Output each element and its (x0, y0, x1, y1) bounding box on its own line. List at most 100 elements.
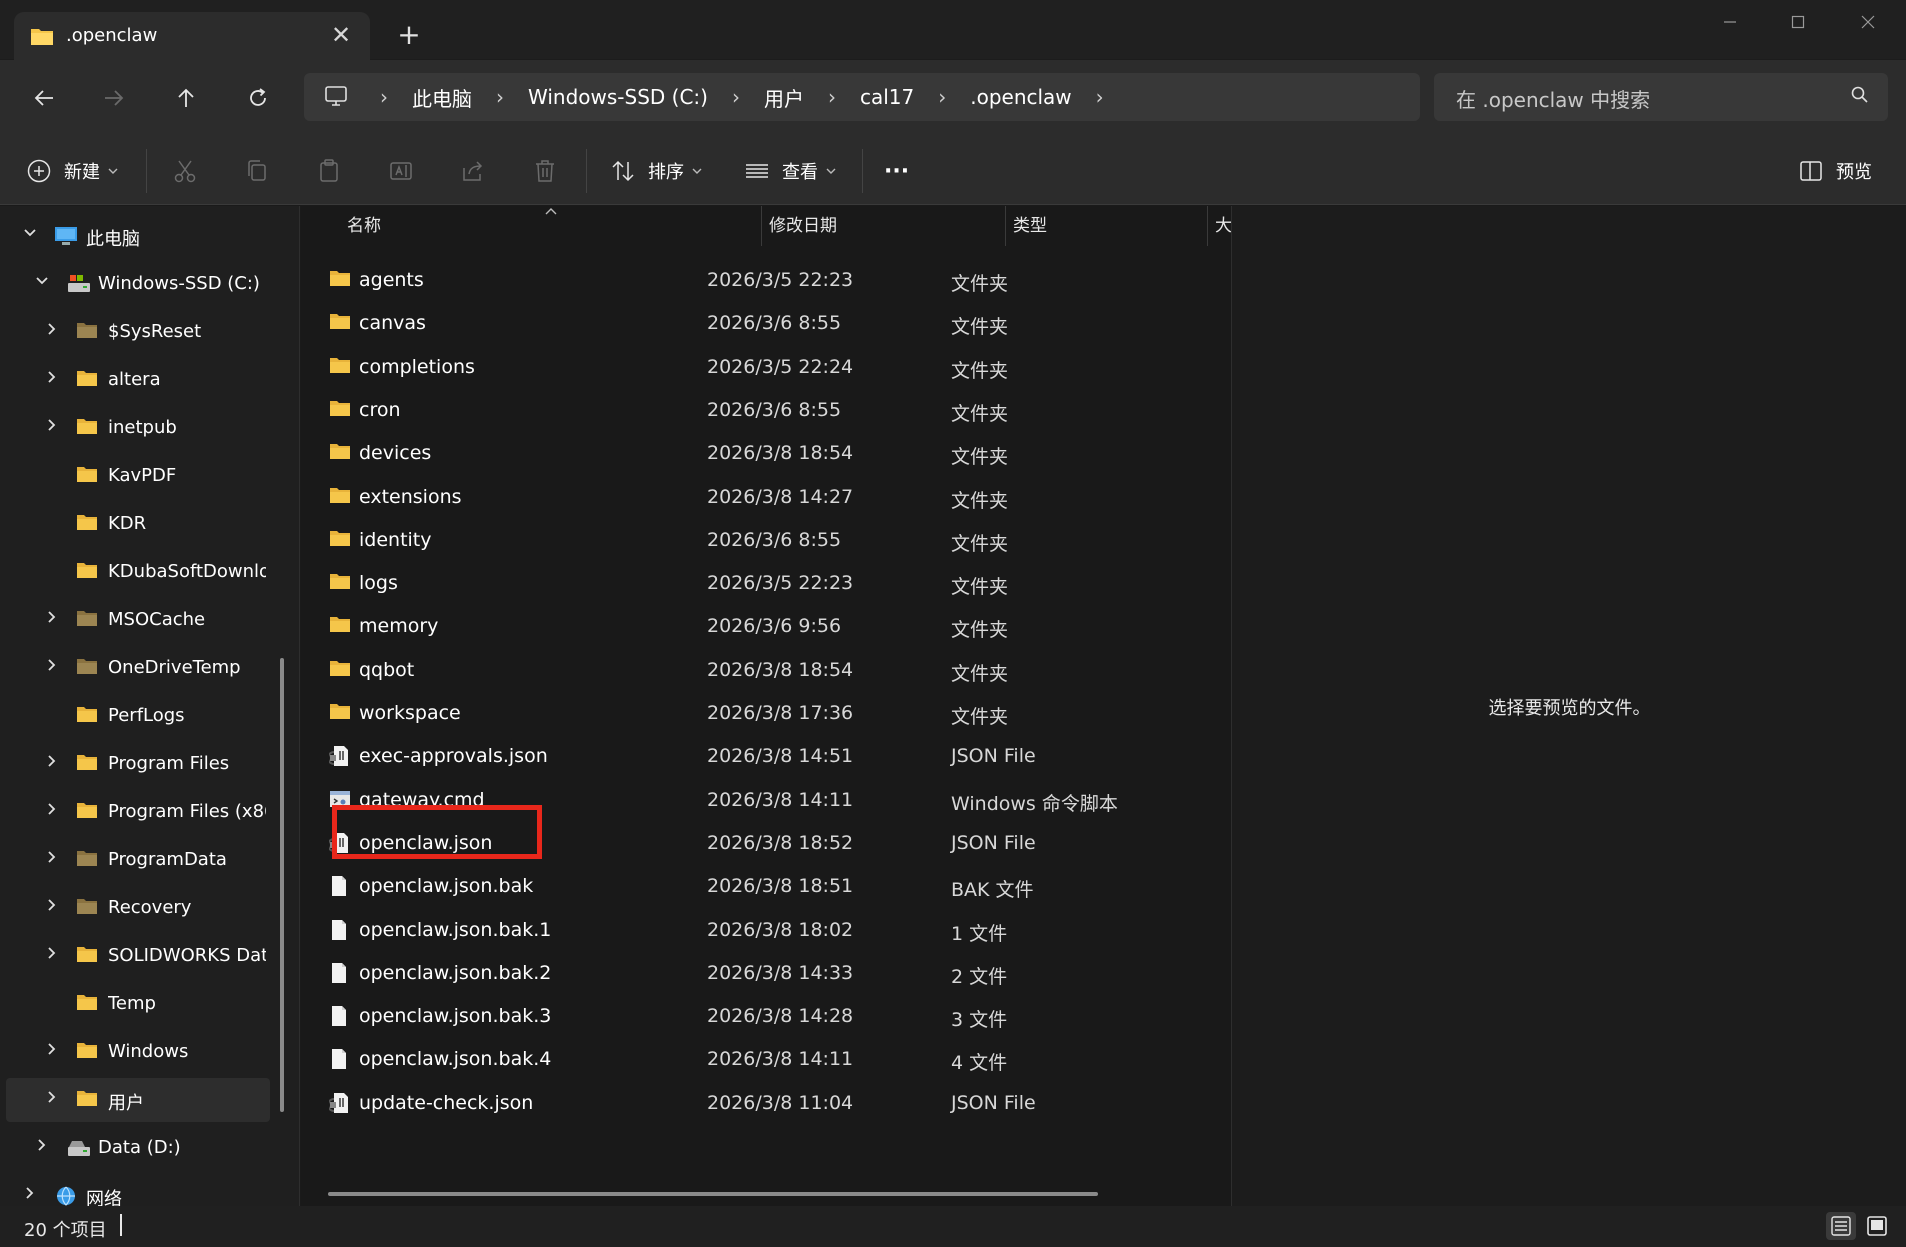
chevron-right-icon[interactable] (42, 417, 62, 439)
chevron-right-icon[interactable] (42, 945, 62, 967)
paste-button[interactable] (316, 155, 342, 187)
refresh-button[interactable] (236, 78, 280, 118)
sidebar-item[interactable]: Windows-SSD (C:) (6, 262, 270, 306)
chevron-right-icon[interactable] (42, 609, 62, 631)
sidebar-item[interactable]: 用户 (6, 1078, 270, 1122)
chevron-right-icon[interactable] (42, 369, 62, 391)
search-input[interactable]: 在 .openclaw 中搜索 (1456, 84, 1650, 113)
up-button[interactable] (164, 78, 208, 118)
forward-button[interactable] (92, 78, 136, 118)
tab-close-icon[interactable]: ✕ (326, 20, 356, 50)
file-row[interactable]: openclaw.json.bak.3 2026/3/8 14:28 3 文件 (321, 995, 1221, 1038)
details-view-button[interactable] (1826, 1212, 1856, 1240)
sidebar-item[interactable]: OneDriveTemp (6, 646, 270, 690)
chevron-right-icon[interactable] (42, 1041, 62, 1063)
chevron-right-icon[interactable] (42, 897, 62, 919)
address-bar[interactable]: › 此电脑 › Windows-SSD (C:) › 用户 › cal17 › .openclaw… (304, 73, 1420, 121)
sort-button[interactable]: 排序 (610, 155, 704, 187)
view-button[interactable]: 查看 (744, 155, 838, 187)
sidebar-item[interactable]: KavPDF (6, 454, 270, 498)
breadcrumb-chevron-icon[interactable]: › (816, 85, 848, 109)
tab-openclaw[interactable]: .openclaw ✕ (14, 12, 370, 60)
search-box[interactable]: 在 .openclaw 中搜索 (1434, 73, 1888, 121)
cut-button[interactable] (172, 155, 198, 187)
more-options-button[interactable]: ··· (884, 155, 909, 187)
column-header-date[interactable]: 修改日期 (769, 206, 999, 246)
file-row[interactable]: gateway.cmd 2026/3/8 14:11 Windows 命令脚本 (321, 779, 1221, 822)
breadcrumb-chevron-icon[interactable]: › (720, 85, 752, 109)
column-divider[interactable] (1005, 206, 1006, 246)
file-row[interactable]: openclaw.json.bak.2 2026/3/8 14:33 2 文件 (321, 952, 1221, 995)
horizontal-scrollbar[interactable] (328, 1192, 1098, 1196)
sidebar-item[interactable]: MSOCache (6, 598, 270, 642)
chevron-right-icon[interactable] (42, 849, 62, 871)
sidebar-item[interactable]: inetpub (6, 406, 270, 450)
file-row[interactable]: completions 2026/3/5 22:24 文件夹 (321, 346, 1221, 389)
breadcrumb-item[interactable]: .openclaw (958, 85, 1083, 109)
sidebar-item[interactable]: Windows (6, 1030, 270, 1074)
breadcrumb-item[interactable]: 用户 (752, 83, 816, 112)
file-row[interactable]: qqbot 2026/3/8 18:54 文件夹 (321, 649, 1221, 692)
close-window-icon[interactable] (1840, 6, 1896, 40)
share-button[interactable] (460, 155, 486, 187)
sidebar-item[interactable]: 此电脑 (6, 214, 270, 258)
chevron-right-icon[interactable] (32, 1137, 52, 1159)
file-row[interactable]: identity 2026/3/6 8:55 文件夹 (321, 519, 1221, 562)
new-tab-button[interactable]: + (392, 18, 426, 52)
sidebar-item[interactable]: $SysReset (6, 310, 270, 354)
maximize-icon[interactable] (1770, 6, 1826, 40)
sidebar-item[interactable]: ProgramData (6, 838, 270, 882)
file-row[interactable]: openclaw.json.bak.1 2026/3/8 18:02 1 文件 (321, 909, 1221, 952)
chevron-down-icon[interactable] (32, 273, 52, 295)
column-header-name[interactable]: 名称 (347, 206, 637, 246)
sidebar-item[interactable]: KDubaSoftDownloa (6, 550, 270, 594)
column-divider[interactable] (761, 206, 762, 246)
breadcrumb-chevron-icon[interactable]: › (1084, 85, 1116, 109)
column-header-size[interactable]: 大 (1215, 206, 1231, 246)
copy-button[interactable] (244, 155, 270, 187)
file-row[interactable]: logs 2026/3/5 22:23 文件夹 (321, 562, 1221, 605)
chevron-right-icon[interactable] (42, 1089, 62, 1111)
back-button[interactable] (22, 78, 66, 118)
chevron-down-icon[interactable] (20, 225, 40, 247)
tiles-view-button[interactable] (1862, 1212, 1892, 1240)
column-header-type[interactable]: 类型 (1013, 206, 1203, 246)
file-row[interactable]: extensions 2026/3/8 14:27 文件夹 (321, 476, 1221, 519)
delete-button[interactable] (532, 155, 558, 187)
file-row[interactable]: memory 2026/3/6 9:56 文件夹 (321, 605, 1221, 648)
sidebar-item[interactable]: KDR (6, 502, 270, 546)
file-row[interactable]: exec-approvals.json 2026/3/8 14:51 JSON Fi… (321, 735, 1221, 778)
sidebar-item[interactable]: SOLIDWORKS Data (6, 934, 270, 978)
new-button[interactable]: 新建 (26, 155, 120, 187)
file-row[interactable]: openclaw.json 2026/3/8 18:52 JSON File (321, 822, 1221, 865)
sidebar-item[interactable]: altera (6, 358, 270, 402)
breadcrumb-item[interactable]: Windows-SSD (C:) (516, 85, 720, 109)
breadcrumb-chevron-icon[interactable]: › (368, 85, 400, 109)
file-row[interactable]: devices 2026/3/8 18:54 文件夹 (321, 432, 1221, 475)
sidebar-item[interactable]: Program Files (x86) (6, 790, 270, 834)
sidebar-item[interactable]: PerfLogs (6, 694, 270, 738)
chevron-right-icon[interactable] (42, 321, 62, 343)
file-row[interactable]: update-check.json 2026/3/8 11:04 JSON File (321, 1082, 1221, 1125)
file-row[interactable]: openclaw.json.bak 2026/3/8 18:51 BAK 文件 (321, 865, 1221, 908)
breadcrumb-item[interactable]: 此电脑 (400, 83, 484, 112)
sidebar-item[interactable]: 网络 (6, 1174, 270, 1206)
chevron-right-icon[interactable] (42, 753, 62, 775)
sidebar-item[interactable]: Temp (6, 982, 270, 1026)
breadcrumb-chevron-icon[interactable]: › (484, 85, 516, 109)
file-row[interactable]: openclaw.json.bak.4 2026/3/8 14:11 4 文件 (321, 1038, 1221, 1081)
column-divider[interactable] (1207, 206, 1208, 246)
file-row[interactable]: canvas 2026/3/6 8:55 文件夹 (321, 302, 1221, 345)
breadcrumb-item[interactable]: cal17 (848, 85, 926, 109)
minimize-icon[interactable] (1702, 6, 1758, 40)
file-row[interactable]: workspace 2026/3/8 17:36 文件夹 (321, 692, 1221, 735)
chevron-right-icon[interactable] (42, 657, 62, 679)
sidebar-scrollbar[interactable] (280, 658, 284, 1112)
file-row[interactable]: cron 2026/3/6 8:55 文件夹 (321, 389, 1221, 432)
breadcrumb-chevron-icon[interactable]: › (926, 85, 958, 109)
chevron-right-icon[interactable] (20, 1185, 40, 1206)
chevron-right-icon[interactable] (42, 801, 62, 823)
sidebar-item[interactable]: Recovery (6, 886, 270, 930)
file-row[interactable]: agents 2026/3/5 22:23 文件夹 (321, 259, 1221, 302)
preview-pane-button[interactable]: 预览 (1798, 155, 1872, 187)
